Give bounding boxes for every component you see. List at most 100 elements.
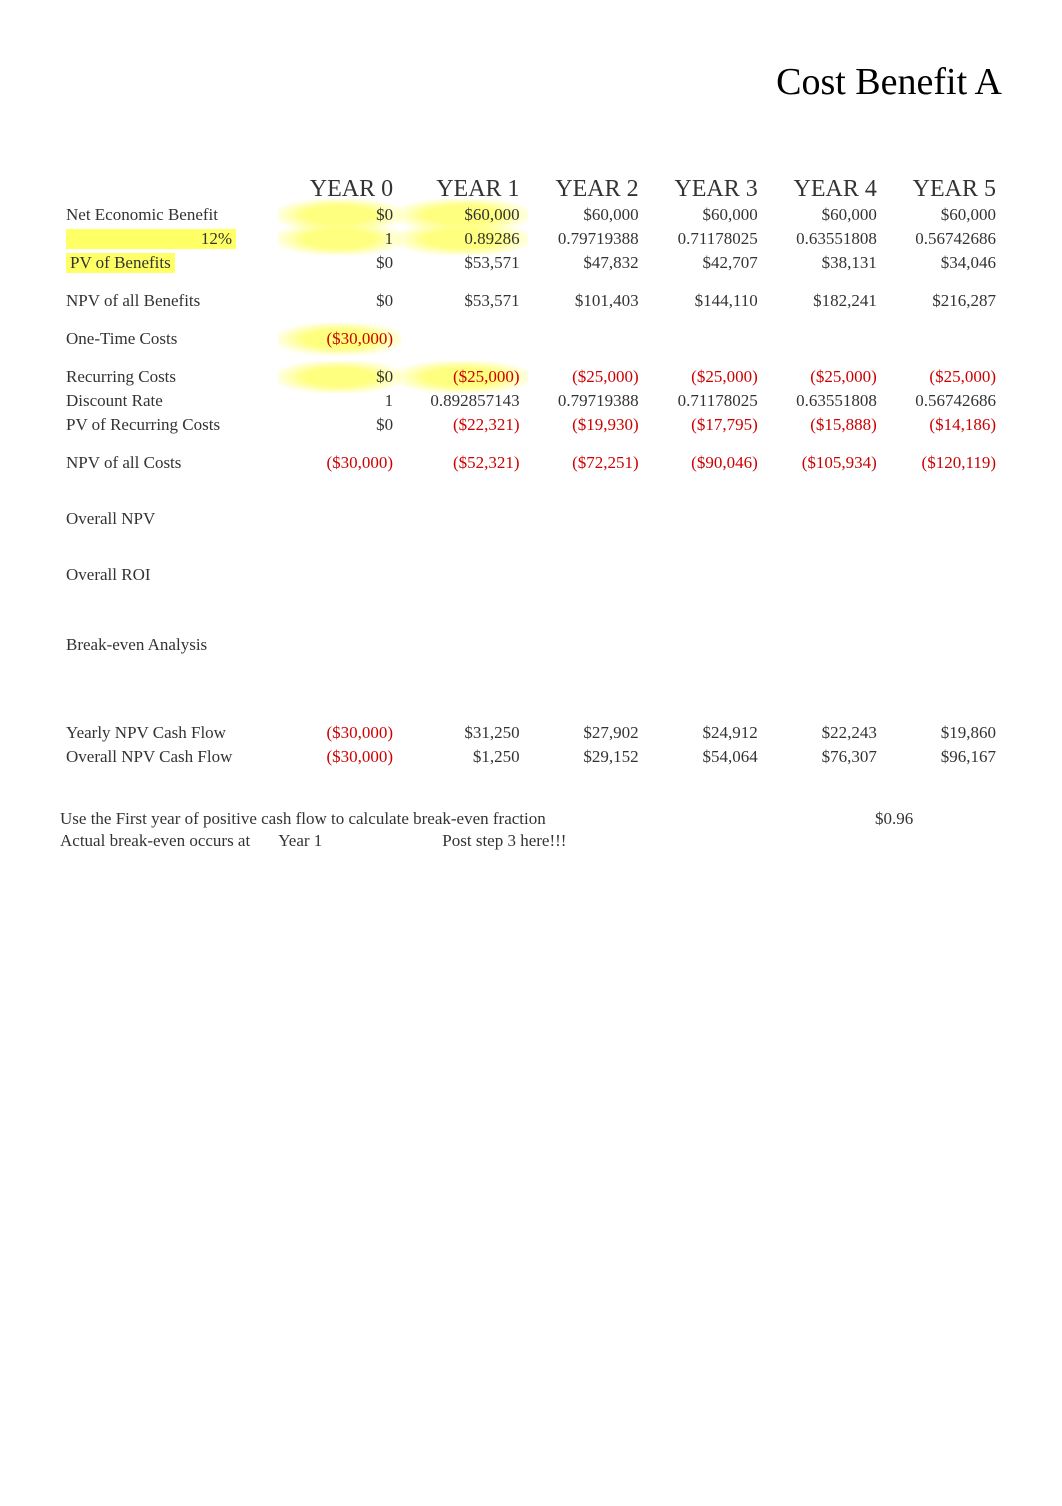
cell: $22,243 — [764, 721, 883, 745]
table-row: Net Economic Benefit $0 $60,000 $60,000 … — [60, 203, 1002, 227]
cell: $60,000 — [645, 203, 764, 227]
table-header-row: YEAR 0 YEAR 1 YEAR 2 YEAR 3 YEAR 4 YEAR … — [60, 174, 1002, 203]
col-header: YEAR 0 — [280, 174, 399, 203]
col-header: YEAR 2 — [526, 174, 645, 203]
cell: ($30,000) — [280, 745, 399, 769]
table-row: Recurring Costs $0 ($25,000) ($25,000) (… — [60, 365, 1002, 389]
cell: $0 — [280, 413, 399, 437]
table-row: PV of Recurring Costs $0 ($22,321) ($19,… — [60, 413, 1002, 437]
cell: $60,000 — [399, 203, 525, 227]
footnote-line2-note: Post step 3 here!!! — [442, 831, 566, 851]
cell: ($30,000) — [280, 451, 399, 475]
cell: 0.63551808 — [764, 389, 883, 413]
cell — [645, 327, 764, 351]
cell: $38,131 — [764, 251, 883, 275]
row-label: PV of Benefits — [60, 251, 280, 275]
table-row: Overall NPV Cash Flow ($30,000) $1,250 $… — [60, 745, 1002, 769]
row-label: Overall NPV Cash Flow — [60, 745, 280, 769]
table-row: NPV of all Benefits $0 $53,571 $101,403 … — [60, 289, 1002, 313]
cell: ($15,888) — [764, 413, 883, 437]
footnote: Use the First year of positive cash flow… — [60, 809, 1002, 851]
cell: $53,571 — [399, 289, 525, 313]
cell: ($19,930) — [526, 413, 645, 437]
footnote-line1-label: Use the First year of positive cash flow… — [60, 809, 546, 829]
table-row: Overall ROI — [60, 563, 1002, 587]
cell: $29,152 — [526, 745, 645, 769]
cell: $34,046 — [883, 251, 1002, 275]
cell: $42,707 — [645, 251, 764, 275]
cell: ($25,000) — [645, 365, 764, 389]
row-label: Net Economic Benefit — [60, 203, 280, 227]
cell: ($25,000) — [883, 365, 1002, 389]
cell: 0.79719388 — [526, 389, 645, 413]
row-label: One-Time Costs — [60, 327, 280, 351]
footnote-line2-value: Year 1 — [278, 831, 322, 851]
row-label: Overall ROI — [60, 563, 280, 587]
cell: 0.892857143 — [399, 389, 525, 413]
cell: ($120,119) — [883, 451, 1002, 475]
cell: $27,902 — [526, 721, 645, 745]
row-label: PV of Recurring Costs — [60, 413, 280, 437]
cell: ($30,000) — [280, 721, 399, 745]
cell: 0.71178025 — [645, 227, 764, 251]
cell — [399, 327, 525, 351]
cell: $101,403 — [526, 289, 645, 313]
row-label: Discount Rate — [60, 389, 280, 413]
cell: ($52,321) — [399, 451, 525, 475]
cell: $0 — [280, 251, 399, 275]
footnote-line2-label: Actual break-even occurs at — [60, 831, 250, 851]
cell: ($90,046) — [645, 451, 764, 475]
table-row: Break-even Analysis — [60, 633, 1002, 657]
cell: ($25,000) — [399, 365, 525, 389]
row-label: Break-even Analysis — [60, 633, 280, 657]
cell: $0 — [280, 203, 399, 227]
cell: $1,250 — [399, 745, 525, 769]
table-row: NPV of all Costs ($30,000) ($52,321) ($7… — [60, 451, 1002, 475]
row-label: NPV of all Benefits — [60, 289, 280, 313]
cell: 0.56742686 — [883, 389, 1002, 413]
cell: ($22,321) — [399, 413, 525, 437]
cell: 0.56742686 — [883, 227, 1002, 251]
cell: $19,860 — [883, 721, 1002, 745]
col-header: YEAR 3 — [645, 174, 764, 203]
cell: $60,000 — [526, 203, 645, 227]
cell — [764, 327, 883, 351]
col-header: YEAR 1 — [399, 174, 525, 203]
cell: ($14,186) — [883, 413, 1002, 437]
rate-label: 12% — [66, 229, 236, 249]
cell: $31,250 — [399, 721, 525, 745]
table-row: PV of Benefits $0 $53,571 $47,832 $42,70… — [60, 251, 1002, 275]
page-title: Cost Benefit A — [60, 60, 1002, 104]
cell: 0.79719388 — [526, 227, 645, 251]
row-label: Yearly NPV Cash Flow — [60, 721, 280, 745]
table-row: Discount Rate 1 0.892857143 0.79719388 0… — [60, 389, 1002, 413]
cell: $76,307 — [764, 745, 883, 769]
cell: $60,000 — [883, 203, 1002, 227]
table-row: Overall NPV — [60, 507, 1002, 531]
footnote-line1-value: $0.96 — [875, 809, 913, 829]
row-label: NPV of all Costs — [60, 451, 280, 475]
row-label: Overall NPV — [60, 507, 280, 531]
cell: ($72,251) — [526, 451, 645, 475]
cell: $0 — [280, 289, 399, 313]
cell — [883, 327, 1002, 351]
cell: 0.71178025 — [645, 389, 764, 413]
cell: 1 — [280, 227, 399, 251]
cell: $24,912 — [645, 721, 764, 745]
cell: $96,167 — [883, 745, 1002, 769]
cell: $0 — [280, 365, 399, 389]
cell: $54,064 — [645, 745, 764, 769]
cell: 0.89286 — [399, 227, 525, 251]
cell: $144,110 — [645, 289, 764, 313]
cell: ($25,000) — [764, 365, 883, 389]
col-header: YEAR 4 — [764, 174, 883, 203]
cell: 1 — [280, 389, 399, 413]
row-label: Recurring Costs — [60, 365, 280, 389]
cell: ($30,000) — [280, 327, 399, 351]
cell: $216,287 — [883, 289, 1002, 313]
cell: 0.63551808 — [764, 227, 883, 251]
cell — [526, 327, 645, 351]
cell: ($25,000) — [526, 365, 645, 389]
cell: ($105,934) — [764, 451, 883, 475]
cell: $47,832 — [526, 251, 645, 275]
